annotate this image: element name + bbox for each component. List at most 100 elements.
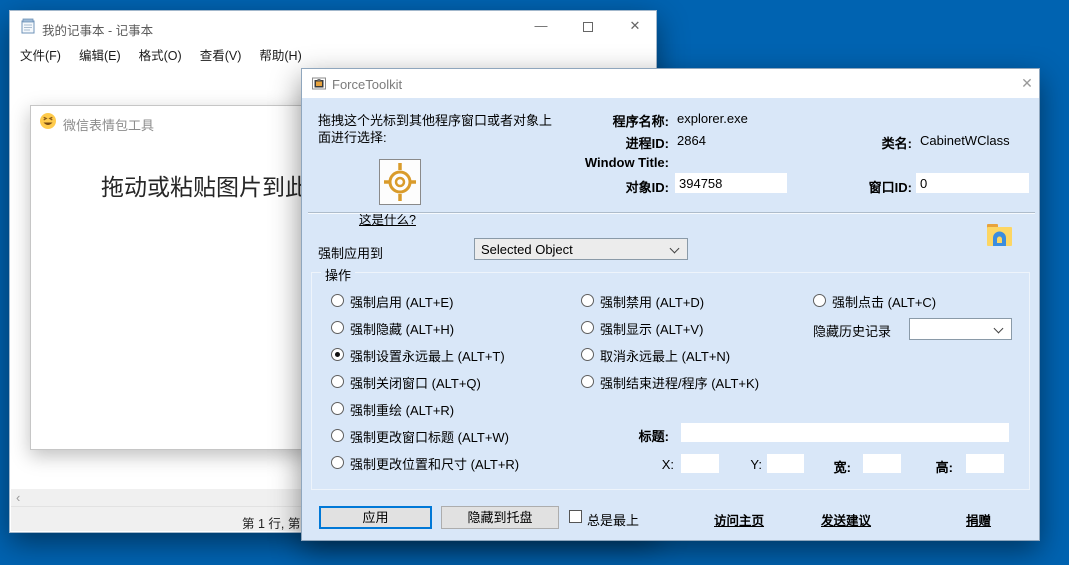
- apply-to-label: 强制应用到: [318, 243, 383, 262]
- hide-history-label: 隐藏历史记录: [813, 321, 891, 340]
- forcetoolkit-window: ForceToolkit ✕ 拖拽这个光标到其他程序窗口或者对象上 面进行选择:…: [301, 68, 1040, 541]
- chevron-down-icon: [670, 244, 680, 254]
- radio-column-1: 强制启用 (ALT+E) 强制隐藏 (ALT+H) 强制设置永远最上 (ALT+…: [331, 292, 519, 481]
- radio-icon: [331, 429, 344, 442]
- radio-column-3: 强制点击 (ALT+C): [813, 292, 936, 319]
- notepad-minimize-button[interactable]: —: [518, 11, 564, 41]
- notepad-menu-item[interactable]: 文件(F): [11, 41, 70, 64]
- radio-label: 强制重绘 (ALT+R): [350, 400, 454, 420]
- radio-label: 强制更改窗口标题 (ALT+W): [350, 427, 509, 447]
- program-name-label: 程序名称:: [549, 111, 669, 130]
- radio-option[interactable]: 强制更改窗口标题 (ALT+W): [331, 427, 519, 447]
- apply-to-selected-value: Selected Object: [481, 242, 573, 257]
- radio-option[interactable]: 强制结束进程/程序 (ALT+K): [581, 373, 759, 393]
- radio-option[interactable]: 强制显示 (ALT+V): [581, 319, 759, 339]
- hide-history-dropdown[interactable]: [909, 318, 1012, 340]
- radio-label: 强制更改位置和尺寸 (ALT+R): [350, 454, 519, 474]
- program-name-value: explorer.exe: [677, 111, 748, 126]
- radio-label: 强制结束进程/程序 (ALT+K): [600, 373, 759, 393]
- radio-label: 强制禁用 (ALT+D): [600, 292, 704, 312]
- always-on-top-checkbox[interactable]: [569, 510, 582, 523]
- class-name-label: 类名:: [832, 133, 912, 152]
- apply-to-dropdown[interactable]: Selected Object: [474, 238, 688, 260]
- radio-icon: [581, 375, 594, 388]
- title-field-label: 标题:: [609, 426, 669, 445]
- notepad-close-button[interactable]: ✕: [612, 11, 658, 41]
- radio-option[interactable]: 取消永远最上 (ALT+N): [581, 346, 759, 366]
- radio-icon: [581, 321, 594, 334]
- radio-option[interactable]: 强制关闭窗口 (ALT+Q): [331, 373, 519, 393]
- always-on-top-label: 总是最上: [587, 510, 639, 529]
- operations-group-label: 操作: [321, 265, 355, 284]
- radio-column-2: 强制禁用 (ALT+D) 强制显示 (ALT+V) 取消永远最上 (ALT+N)…: [581, 292, 759, 400]
- class-name-value: CabinetWClass: [920, 133, 1010, 148]
- radio-icon: [581, 348, 594, 361]
- maximize-icon: [583, 22, 593, 32]
- width-input[interactable]: [863, 454, 901, 473]
- radio-icon: [331, 348, 344, 361]
- notepad-window-title: 我的记事本 - 记事本: [42, 20, 153, 39]
- radio-option[interactable]: 强制点击 (ALT+C): [813, 292, 936, 312]
- radio-icon: [331, 321, 344, 334]
- radio-label: 取消永远最上 (ALT+N): [600, 346, 730, 366]
- radio-option[interactable]: 强制设置永远最上 (ALT+T): [331, 346, 519, 366]
- radio-label: 强制启用 (ALT+E): [350, 292, 453, 312]
- height-label: 高:: [919, 457, 953, 476]
- notepad-menu-item[interactable]: 帮助(H): [250, 41, 310, 64]
- separator-line: [308, 212, 1035, 214]
- file-explorer-icon: [986, 222, 1013, 256]
- radio-icon: [581, 294, 594, 307]
- drag-hint-line2: 面进行选择:: [318, 127, 387, 146]
- y-input[interactable]: [767, 454, 804, 473]
- homepage-link[interactable]: 访问主页: [714, 510, 764, 529]
- laughing-emoji-icon: [39, 112, 57, 135]
- apply-button[interactable]: 应用: [319, 506, 432, 529]
- object-id-input[interactable]: [675, 173, 787, 193]
- radio-option[interactable]: 强制更改位置和尺寸 (ALT+R): [331, 454, 519, 474]
- radio-label: 强制显示 (ALT+V): [600, 319, 703, 339]
- notepad-menu-item[interactable]: 格式(O): [130, 41, 191, 64]
- forcetoolkit-app-icon: [311, 75, 327, 96]
- width-label: 宽:: [817, 457, 851, 476]
- radio-option[interactable]: 强制禁用 (ALT+D): [581, 292, 759, 312]
- radio-label: 强制隐藏 (ALT+H): [350, 319, 454, 339]
- notepad-maximize-button[interactable]: [565, 11, 611, 41]
- desktop: 我的记事本 - 记事本 — ✕ 文件(F)编辑(E)格式(O)查看(V)帮助(H…: [0, 0, 1069, 565]
- pid-value: 2864: [677, 133, 706, 148]
- title-input[interactable]: [681, 423, 1009, 442]
- radio-option[interactable]: 强制启用 (ALT+E): [331, 292, 519, 312]
- object-id-label: 对象ID:: [549, 177, 669, 196]
- window-finder-tool[interactable]: [379, 159, 421, 205]
- chevron-down-icon: [994, 324, 1004, 334]
- forcetoolkit-title: ForceToolkit: [332, 77, 402, 92]
- pid-label: 进程ID:: [549, 133, 669, 152]
- window-id-label: 窗口ID:: [832, 177, 912, 196]
- radio-icon: [813, 294, 826, 307]
- x-input[interactable]: [681, 454, 719, 473]
- sticker-tool-title: 微信表情包工具: [63, 115, 154, 134]
- sticker-tool-window: 微信表情包工具 拖动或粘贴图片到此: [30, 105, 311, 450]
- forcetoolkit-close-button[interactable]: ✕: [1016, 75, 1038, 92]
- radio-option[interactable]: 强制重绘 (ALT+R): [331, 400, 519, 420]
- radio-label: 强制点击 (ALT+C): [832, 292, 936, 312]
- drop-image-hint: 拖动或粘贴图片到此: [101, 168, 308, 202]
- notepad-menu-item[interactable]: 编辑(E): [70, 41, 130, 64]
- notepad-menu-item[interactable]: 查看(V): [191, 41, 251, 64]
- hide-to-tray-button[interactable]: 隐藏到托盘: [441, 506, 559, 529]
- forcetoolkit-titlebar: ForceToolkit ✕: [302, 69, 1039, 98]
- window-id-input[interactable]: [916, 173, 1029, 193]
- notepad-icon: [20, 18, 36, 39]
- cursor-position-text: 第 1 行, 第: [242, 513, 300, 532]
- radio-icon: [331, 375, 344, 388]
- radio-icon: [331, 456, 344, 469]
- radio-icon: [331, 402, 344, 415]
- y-label: Y:: [732, 457, 762, 472]
- donate-link[interactable]: 捐赠: [966, 510, 991, 529]
- radio-label: 强制设置永远最上 (ALT+T): [350, 346, 505, 366]
- height-input[interactable]: [966, 454, 1004, 473]
- radio-label: 强制关闭窗口 (ALT+Q): [350, 373, 481, 393]
- feedback-link[interactable]: 发送建议: [821, 510, 871, 529]
- radio-option[interactable]: 强制隐藏 (ALT+H): [331, 319, 519, 339]
- x-label: X:: [644, 457, 674, 472]
- scroll-left-icon[interactable]: ‹: [16, 490, 20, 505]
